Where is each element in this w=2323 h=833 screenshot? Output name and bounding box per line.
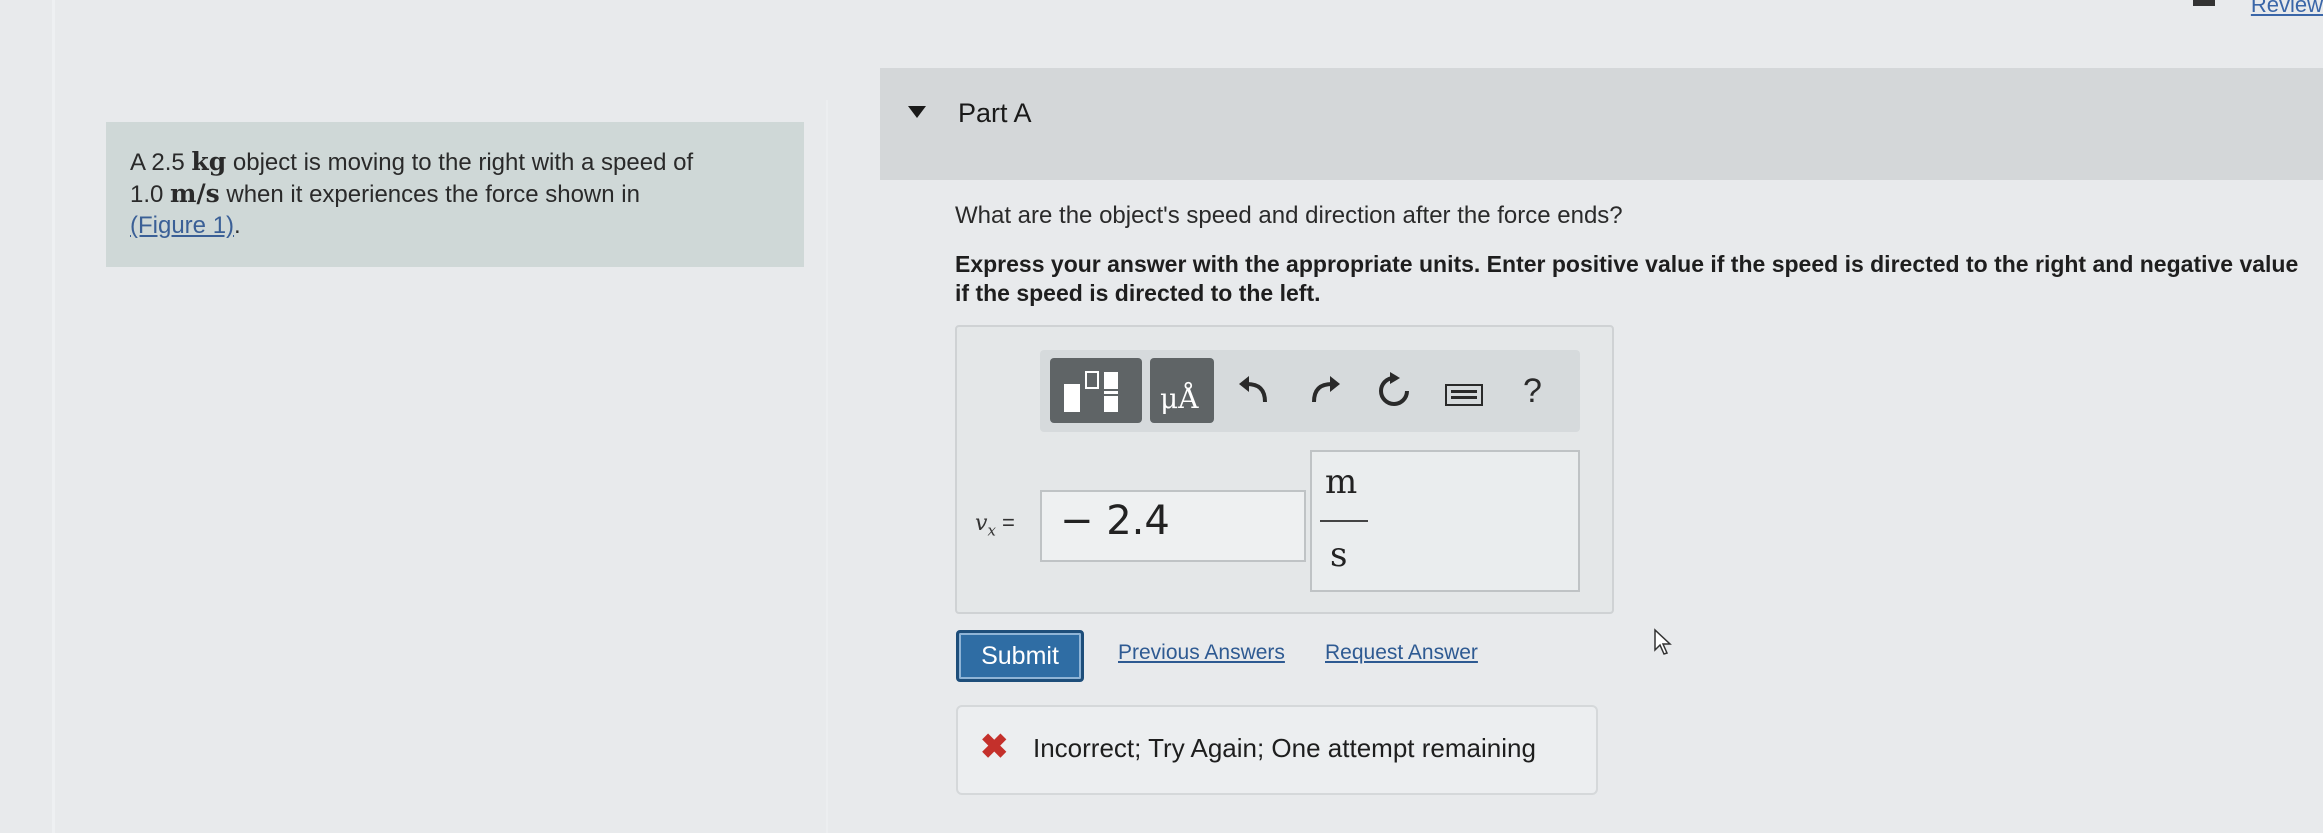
keyboard-icon[interactable] (1445, 384, 1483, 408)
figure-link[interactable]: (Figure 1) (130, 212, 234, 239)
units-icon: μÅ (1160, 382, 1199, 415)
unit-denominator: s (1330, 535, 1348, 575)
undo-icon[interactable] (1235, 374, 1271, 408)
variable-symbol: v (975, 511, 988, 536)
variable-subscript: x (987, 521, 996, 540)
help-icon[interactable]: ? (1523, 372, 1542, 411)
review-icon (2193, 0, 2215, 6)
speed-unit: m/s (170, 179, 220, 208)
problem-statement: A 2.5 kg object is moving to the right w… (130, 146, 770, 241)
collapse-triangle-icon[interactable] (908, 106, 926, 118)
instruction-text: Express your answer with the appropriate… (955, 251, 2299, 306)
reset-icon[interactable] (1375, 372, 1413, 410)
problem-text-3: when it experiences the force shown in (219, 181, 640, 208)
mouse-cursor-icon (1654, 628, 1672, 655)
content-divider (826, 100, 828, 833)
templates-icon (1064, 371, 1118, 412)
mass-unit: kg (191, 147, 227, 176)
equals-sign: = (995, 510, 1015, 535)
review-link[interactable]: Review (2251, 0, 2323, 18)
question-text: What are the object's speed and directio… (955, 202, 1623, 229)
submit-button[interactable]: Submit (956, 630, 1084, 682)
speed-value: 1.0 (130, 181, 171, 208)
left-divider (52, 0, 55, 833)
problem-text-1: A 2.5 (130, 149, 192, 176)
variable-label: vx = (975, 510, 1015, 539)
redo-icon[interactable] (1308, 374, 1344, 408)
fraction-bar (1320, 520, 1368, 522)
previous-answers-link[interactable]: Previous Answers (1118, 641, 1285, 665)
problem-text-4: . (234, 212, 241, 239)
part-title: Part A (958, 98, 1032, 128)
part-a-header[interactable] (880, 68, 2323, 180)
templates-button[interactable] (1050, 358, 1142, 423)
x-icon: ✖ (980, 728, 1009, 766)
value-text: − 2.4 (1060, 498, 1170, 544)
feedback-text: Incorrect; Try Again; One attempt remain… (1033, 733, 1536, 763)
problem-text-2: object is moving to the right with a spe… (226, 149, 694, 176)
unit-numerator: m (1325, 462, 1358, 502)
request-answer-link[interactable]: Request Answer (1325, 641, 1478, 665)
